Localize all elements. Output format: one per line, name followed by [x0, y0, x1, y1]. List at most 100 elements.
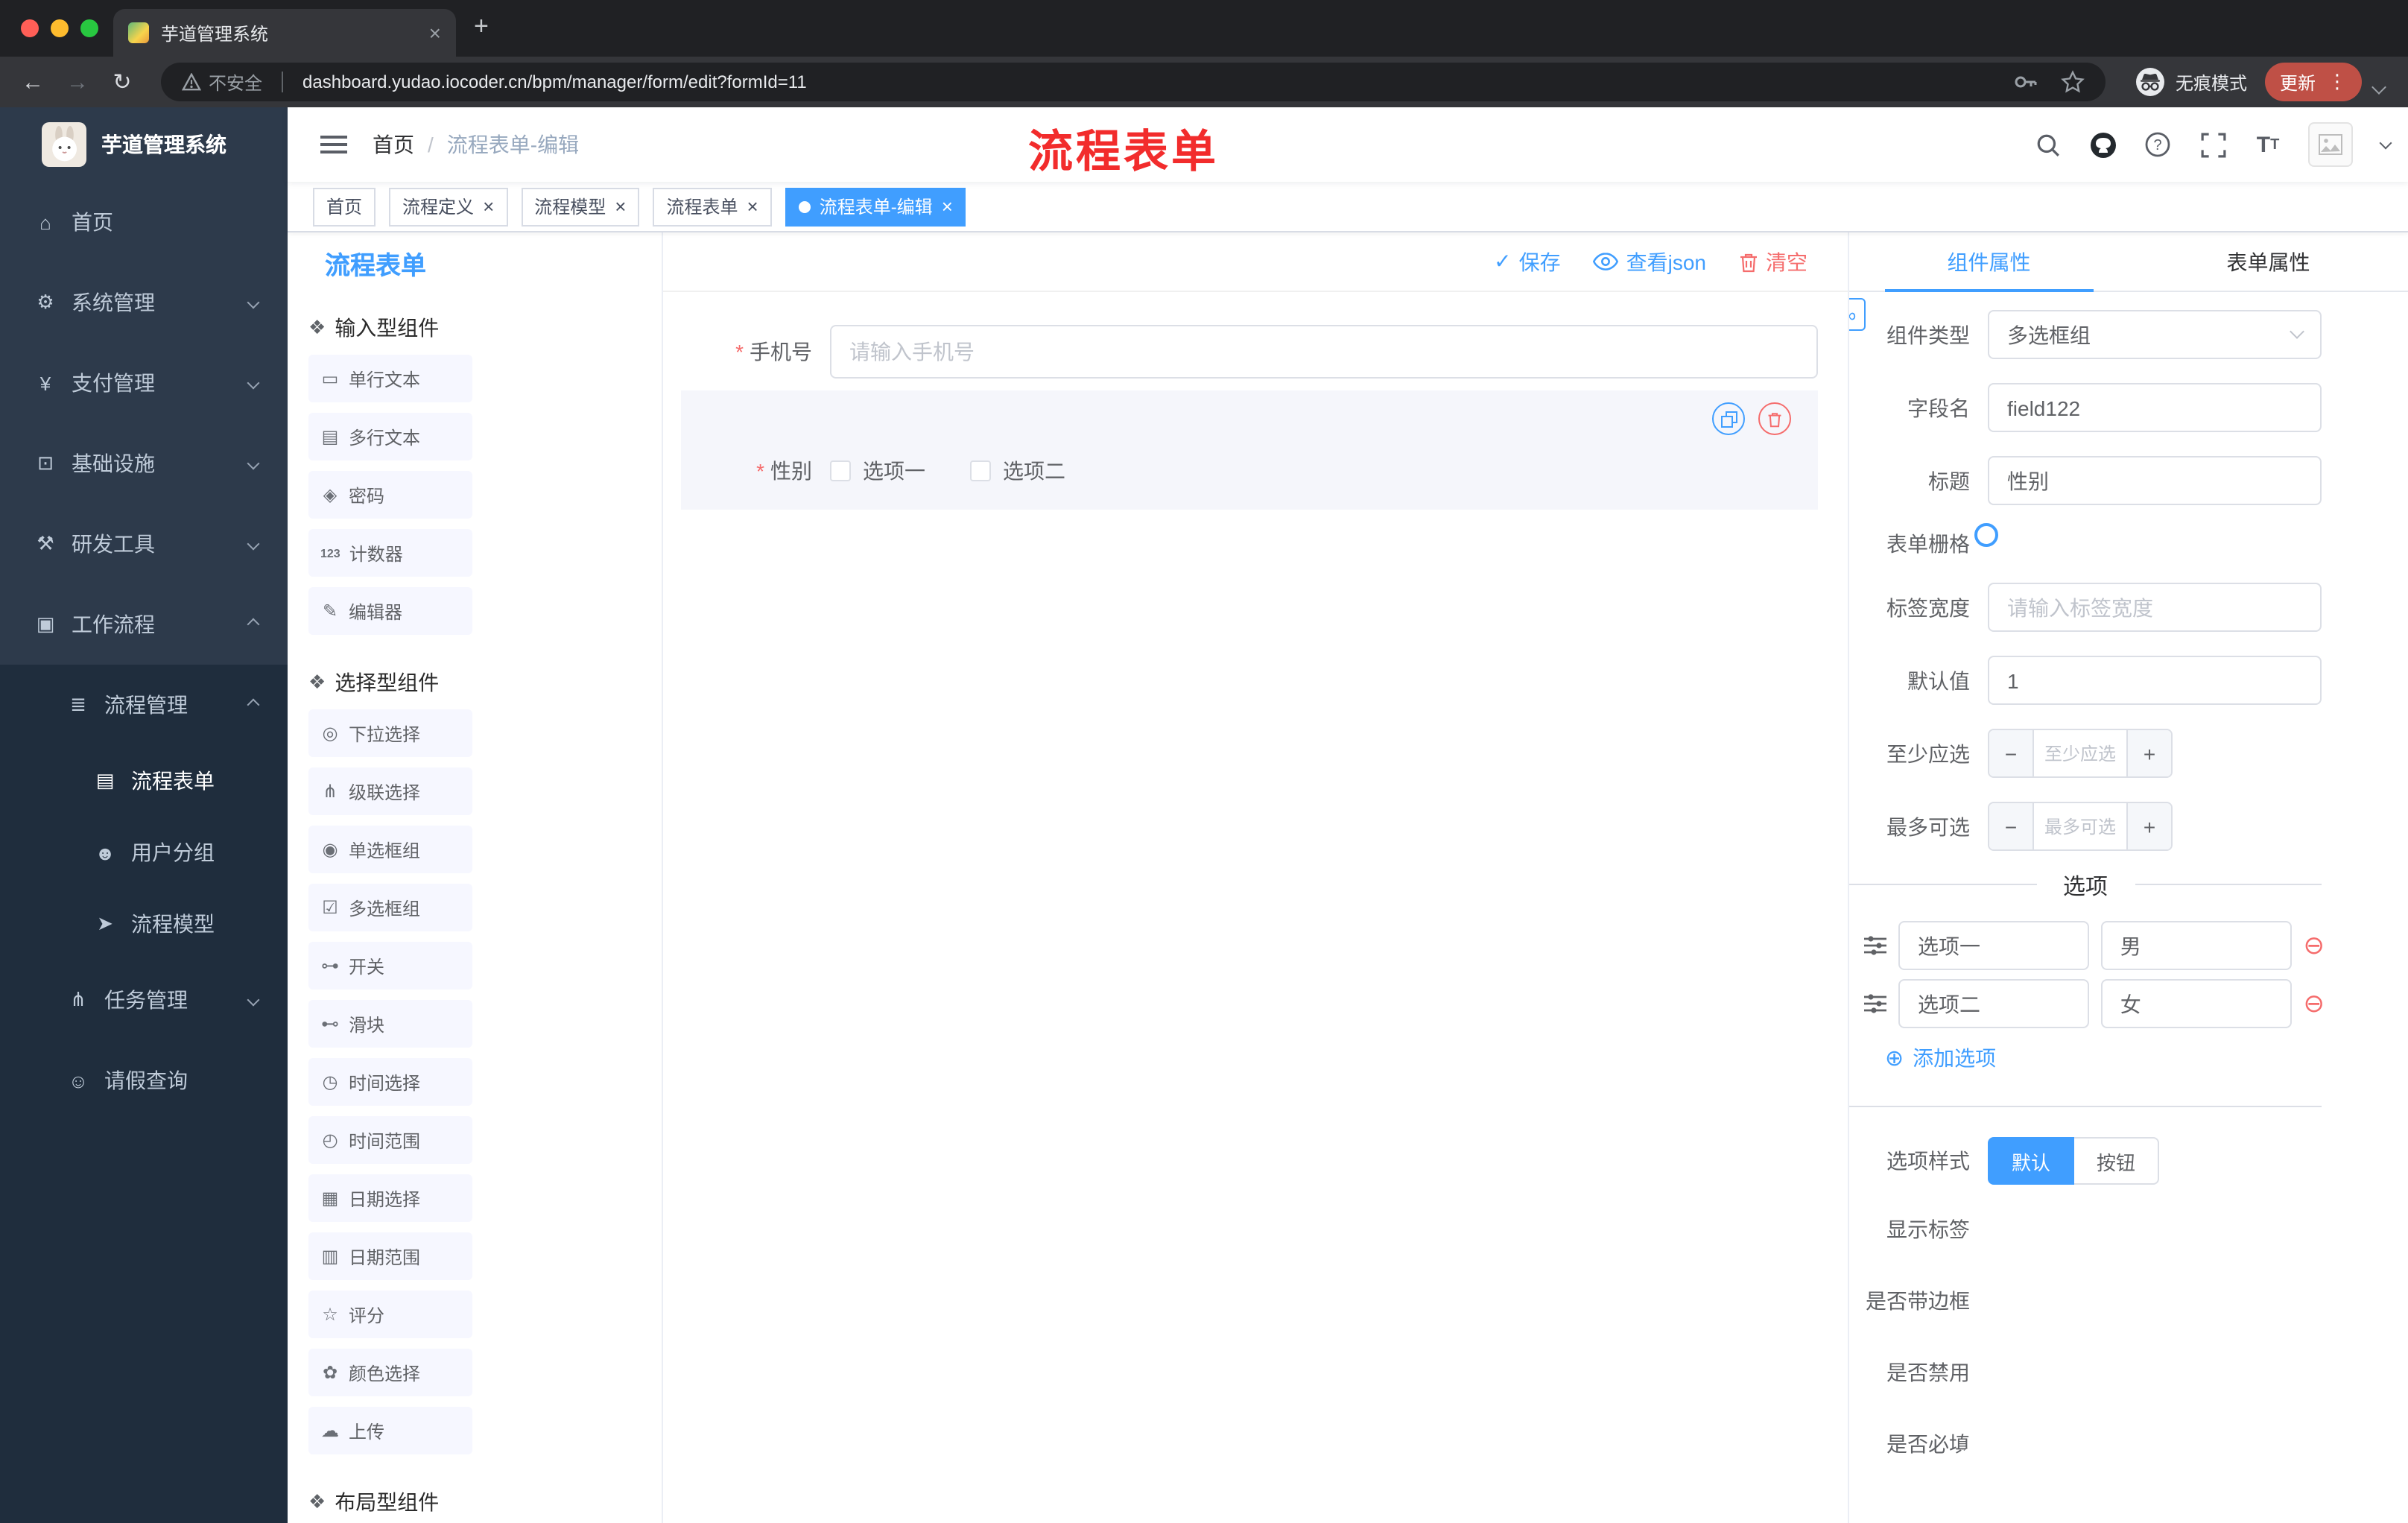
drag-handle-icon[interactable]: [1864, 994, 1886, 1013]
option-label-input[interactable]: [1898, 979, 2089, 1028]
sidebar-item[interactable]: ☻ 用户分组: [0, 817, 288, 888]
sidebar-item[interactable]: ⌂ 首页: [0, 182, 288, 262]
security-warning[interactable]: 不安全: [182, 69, 262, 95]
close-icon[interactable]: ×: [483, 197, 494, 216]
avatar-caret-icon[interactable]: [2379, 136, 2392, 149]
drawing-board[interactable]: 手机号 性别 选项一: [663, 292, 1848, 1523]
help-icon[interactable]: ?: [2143, 130, 2173, 159]
style-default-button[interactable]: 默认: [1988, 1137, 2075, 1185]
link-icon[interactable]: ∞: [1849, 298, 1866, 331]
increase-button[interactable]: +: [2126, 730, 2171, 776]
palette-item[interactable]: ☑ 多选框组: [308, 884, 472, 931]
sidebar-item[interactable]: ▣ 工作流程: [0, 584, 288, 665]
close-icon[interactable]: ×: [615, 197, 626, 216]
close-icon[interactable]: ×: [942, 197, 953, 216]
palette-item[interactable]: ⊶ 开关: [308, 942, 472, 990]
palette-item[interactable]: ⋔ 级联选择: [308, 767, 472, 815]
breadcrumb-home[interactable]: 首页: [373, 130, 414, 159]
avatar[interactable]: [2308, 122, 2353, 167]
sidebar-item[interactable]: ⊡ 基础设施: [0, 423, 288, 504]
default-value-input[interactable]: [1988, 656, 2322, 705]
phone-input[interactable]: [830, 325, 1818, 379]
browser-menu-icon[interactable]: ⋮: [2328, 70, 2347, 94]
style-button-button[interactable]: 按钮: [2074, 1137, 2160, 1185]
option-value-input[interactable]: [2100, 979, 2292, 1028]
drag-handle-icon[interactable]: [1864, 936, 1886, 955]
option-value-input[interactable]: [2100, 921, 2292, 970]
palette-item[interactable]: ◴ 时间范围: [308, 1116, 472, 1164]
title-input[interactable]: [1988, 456, 2322, 505]
address-bar[interactable]: 不安全 dashboard.yudao.iocoder.cn/bpm/manag…: [161, 63, 2106, 101]
tag-view-item[interactable]: 流程表单 ×: [653, 187, 772, 226]
palette-item[interactable]: ◈ 密码: [308, 471, 472, 519]
new-tab-button[interactable]: +: [474, 12, 489, 42]
palette-item[interactable]: ▭ 单行文本: [308, 355, 472, 402]
sidebar-item[interactable]: ⚒ 研发工具: [0, 504, 288, 584]
chevron-down-icon[interactable]: [2371, 79, 2386, 94]
save-button[interactable]: ✓ 保存: [1494, 247, 1560, 276]
component-type-select[interactable]: 多选框组: [1988, 310, 2322, 359]
min-count-input[interactable]: [2034, 730, 2126, 776]
remove-option-icon[interactable]: ⊖: [2304, 933, 2325, 958]
font-size-icon[interactable]: TT: [2253, 130, 2283, 159]
sidebar-item[interactable]: ⚙ 系统管理: [0, 262, 288, 343]
max-count-input[interactable]: [2034, 803, 2126, 849]
palette-item[interactable]: ▦ 日期选择: [308, 1174, 472, 1222]
tag-view-item[interactable]: 首页: [313, 187, 376, 226]
close-icon[interactable]: ×: [747, 197, 758, 216]
minimize-window-button[interactable]: [51, 19, 69, 37]
copy-field-button[interactable]: [1712, 402, 1745, 435]
option-label-input[interactable]: [1898, 921, 2089, 970]
decrease-button[interactable]: −: [1989, 803, 2034, 849]
remove-option-icon[interactable]: ⊖: [2304, 991, 2325, 1016]
palette-item[interactable]: ✎ 编辑器: [308, 587, 472, 635]
update-button[interactable]: 更新 ⋮: [2264, 63, 2362, 101]
tab-component-props[interactable]: 组件属性: [1849, 232, 2129, 292]
palette-item[interactable]: ◷ 时间选择: [308, 1058, 472, 1106]
palette-item[interactable]: ⊷ 滑块: [308, 1000, 472, 1048]
field-gender-selected[interactable]: 性别 选项一 选项二: [681, 390, 1818, 510]
slider-handle[interactable]: [1974, 523, 1998, 547]
add-option-button[interactable]: ⊕ 添加选项: [1885, 1043, 2408, 1073]
field-phone[interactable]: 手机号: [681, 325, 1818, 379]
forward-button[interactable]: →: [60, 69, 95, 95]
palette-item[interactable]: ☆ 评分: [308, 1291, 472, 1338]
palette-item[interactable]: ◉ 单选框组: [308, 826, 472, 873]
fullscreen-window-button[interactable]: [80, 19, 98, 37]
clear-button[interactable]: 清空: [1739, 247, 1807, 276]
label-width-input[interactable]: [1988, 583, 2322, 632]
tag-view-item[interactable]: 流程表单-编辑 ×: [785, 187, 966, 226]
palette-item[interactable]: ✿ 颜色选择: [308, 1349, 472, 1396]
bookmark-star-icon[interactable]: [2061, 70, 2085, 94]
search-icon[interactable]: [2032, 130, 2062, 159]
palette-item[interactable]: ▤ 多行文本: [308, 413, 472, 460]
close-tab-icon[interactable]: ×: [429, 21, 441, 45]
sidebar-item[interactable]: ➤ 流程模型: [0, 888, 288, 960]
fullscreen-icon[interactable]: [2198, 130, 2228, 159]
increase-button[interactable]: +: [2126, 803, 2171, 849]
field-gender[interactable]: 性别 选项一 选项二: [681, 456, 1818, 486]
close-window-button[interactable]: [21, 19, 39, 37]
checkbox-option-1[interactable]: 选项一: [830, 456, 925, 486]
palette-item[interactable]: ☁ 上传: [308, 1407, 472, 1454]
tag-view-item[interactable]: 流程定义 ×: [389, 187, 508, 226]
browser-tab[interactable]: 芋道管理系统 ×: [113, 9, 456, 57]
password-key-icon[interactable]: [2013, 70, 2037, 94]
palette-item[interactable]: 123 计数器: [308, 529, 472, 577]
view-json-button[interactable]: 查看json: [1593, 247, 1706, 276]
palette-item[interactable]: ◎ 下拉选择: [308, 709, 472, 757]
hamburger-icon[interactable]: [320, 131, 347, 158]
reload-button[interactable]: ↻: [104, 69, 140, 95]
palette-item[interactable]: ▥ 日期范围: [308, 1232, 472, 1280]
tab-form-props[interactable]: 表单属性: [2129, 232, 2408, 291]
delete-field-button[interactable]: [1758, 402, 1791, 435]
tag-view-item[interactable]: 流程模型 ×: [521, 187, 640, 226]
sidebar-item[interactable]: ☺ 请假查询: [0, 1040, 288, 1121]
sidebar-item[interactable]: ▤ 流程表单: [0, 745, 288, 817]
field-name-input[interactable]: [1988, 383, 2322, 432]
back-button[interactable]: ←: [15, 69, 51, 95]
sidebar-item[interactable]: ⋔ 任务管理: [0, 960, 288, 1040]
decrease-button[interactable]: −: [1989, 730, 2034, 776]
github-icon[interactable]: [2088, 130, 2117, 159]
sidebar-item[interactable]: ¥ 支付管理: [0, 343, 288, 423]
